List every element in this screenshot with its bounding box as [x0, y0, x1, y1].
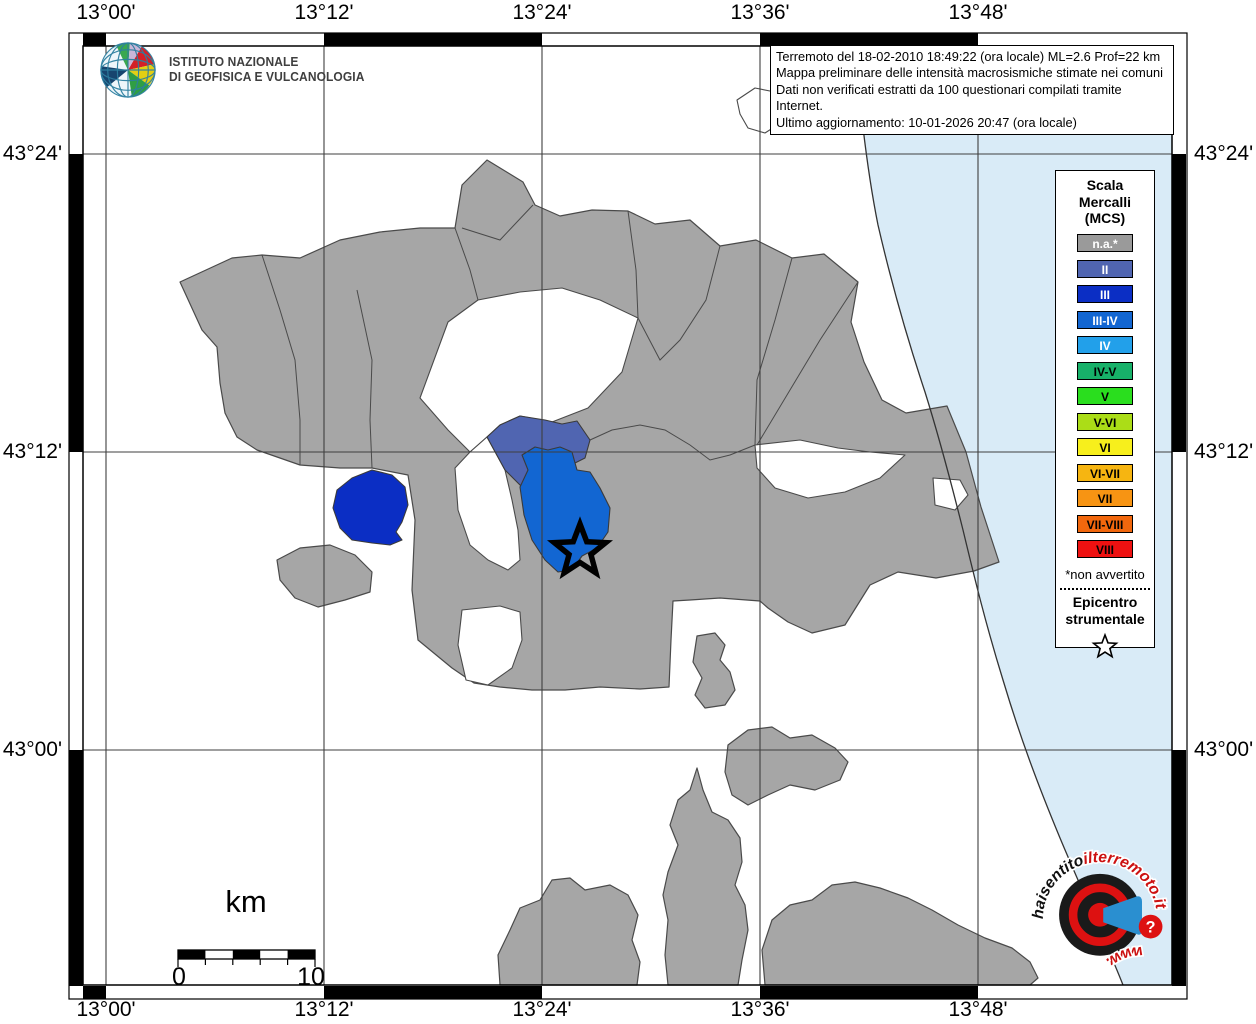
south-west-municipality — [497, 877, 641, 986]
legend-title-line2: Mercalli — [1078, 193, 1132, 210]
scale-bar — [177, 949, 316, 967]
logo-question-mark: ? — [1146, 919, 1156, 937]
axis-label-left-1: 43°12' — [2, 440, 62, 463]
axis-label-bottom-3: 13°36' — [730, 998, 790, 1021]
legend-footnote: *non avvertito — [1065, 567, 1145, 582]
main-landmass — [179, 159, 1000, 691]
ingv-wordmark: ISTITUTO NAZIONALE DI GEOFISICA E VULCAN… — [169, 55, 364, 86]
legend-swatch-ii: II — [1077, 259, 1133, 278]
ingv-logo: ISTITUTO NAZIONALE DI GEOFISICA E VULCAN… — [99, 41, 373, 99]
axis-label-top-0: 13°00' — [76, 1, 136, 24]
legend-swatch-iv-v: IV-V — [1077, 361, 1133, 380]
ingv-name-line2: DI GEOFISICA E VULCANOLOGIA — [169, 70, 365, 84]
south-east-municipality — [761, 881, 1039, 986]
legend-swatch-vii-viii: VII-VIII — [1077, 514, 1133, 533]
legend-title-line3: (MCS) — [1084, 210, 1126, 226]
scale-bar-start: 0 — [172, 963, 186, 991]
earthquake-info-box: Terremoto del 18-02-2010 18:49:22 (ora l… — [770, 45, 1174, 136]
axis-label-bottom-2: 13°24' — [512, 998, 572, 1021]
info-line-map: Mappa preliminare delle intensità macros… — [776, 65, 1163, 81]
legend-swatch-v: V — [1077, 387, 1133, 405]
axis-label-right-1: 43°12' — [1194, 440, 1254, 463]
axis-label-top-1: 13°12' — [294, 1, 354, 24]
legend-epicenter-line2: strumentale — [1065, 611, 1145, 627]
scale-bar-unit: km — [225, 884, 267, 919]
legend-swatch-v-vi: V-VI — [1077, 412, 1133, 431]
haisentitoilterremoto-logo: ? haisentitoilterremoto.it www. — [1030, 848, 1170, 972]
legend-swatch-na: n.a.* — [1077, 234, 1133, 252]
east-municipality — [724, 726, 849, 806]
axis-label-top-2: 13°24' — [512, 1, 572, 24]
axis-label-right-2: 43°00' — [1194, 738, 1254, 761]
south-center-municipality — [662, 767, 749, 986]
legend-swatch-iv: IV — [1077, 336, 1133, 354]
axis-label-left-2: 43°00' — [2, 738, 62, 761]
legend-title-line1: Scala — [1086, 177, 1124, 193]
municipality-intensity-iii — [332, 469, 409, 546]
axis-label-bottom-1: 13°12' — [294, 998, 354, 1021]
small-municipality-pair — [692, 632, 736, 709]
legend-divider — [1060, 588, 1150, 590]
axis-label-right-0: 43°24' — [1194, 142, 1254, 165]
info-line-updated: Ultimo aggiornamento: 10-01-2026 20:47 (… — [776, 114, 1077, 130]
screenshot-root: 13°00' 13°12' 13°24' 13°36' 13°48' 13°00… — [0, 0, 1256, 1024]
info-line-event: Terremoto del 18-02-2010 18:49:22 (ora l… — [776, 49, 1161, 64]
legend-swatch-viii: VIII — [1077, 540, 1133, 558]
legend-swatch-vi: VI — [1077, 438, 1133, 456]
legend-swatch-iii: III — [1077, 285, 1133, 303]
axis-label-left-0: 43°24' — [2, 142, 62, 165]
legend-box: Scala Mercalli (MCS) n.a.* II III III-IV… — [1055, 170, 1155, 659]
legend-swatch-vii: VII — [1077, 489, 1133, 507]
ingv-globe-icon — [100, 42, 156, 98]
legend-swatch-vi-vii: VI-VII — [1077, 463, 1133, 482]
legend-epicenter-line1: Epicentro — [1072, 594, 1138, 610]
axis-label-bottom-4: 13°48' — [948, 998, 1008, 1021]
legend-epicenter-star-icon — [1091, 632, 1119, 659]
axis-label-top-3: 13°36' — [730, 1, 790, 24]
axis-label-bottom-0: 13°00' — [76, 998, 136, 1021]
axis-label-top-4: 13°48' — [948, 1, 1008, 24]
scale-bar-end: 10 — [297, 963, 325, 991]
legend-swatch-iii-iv: III-IV — [1077, 310, 1133, 329]
info-line-data: Dati non verificati estratti da 100 ques… — [776, 81, 1122, 114]
ingv-name-line1: ISTITUTO NAZIONALE — [169, 54, 299, 69]
